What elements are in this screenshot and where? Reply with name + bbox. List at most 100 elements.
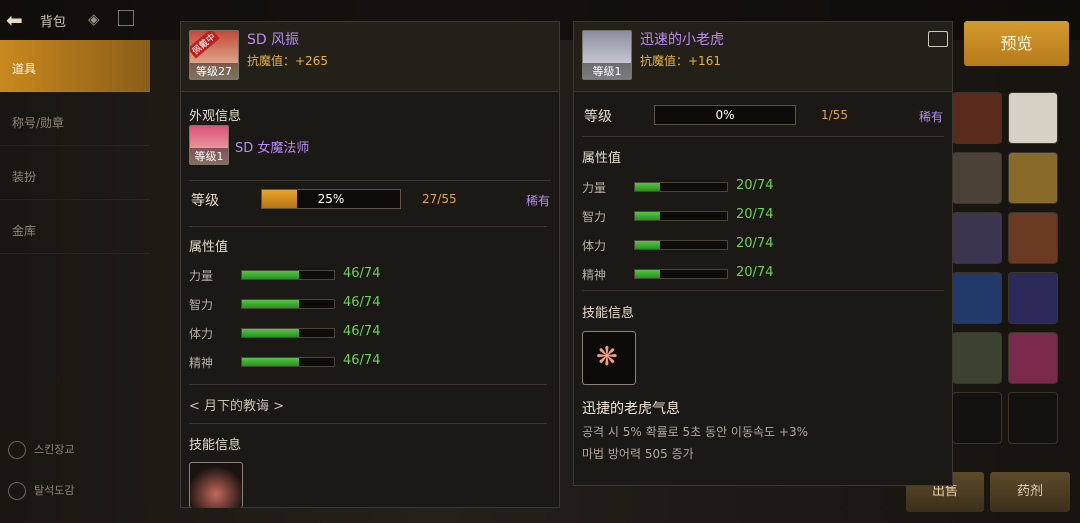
attributes-title: 属性值 (582, 151, 622, 166)
magic-resist: 抗魔值：+265 (247, 54, 328, 68)
sidebar-title: 背包 (40, 15, 67, 30)
skill-name: 迅捷的老虎气息 (582, 401, 680, 417)
stat-bar-fill (635, 212, 660, 220)
share-icon[interactable] (928, 31, 948, 47)
stat-value: 46/74 (343, 266, 381, 281)
stat-value: 46/74 (343, 295, 381, 310)
stat-bar-fill (242, 300, 300, 308)
rarity: 稀有 (919, 110, 944, 124)
inventory-slot[interactable] (952, 332, 1002, 384)
pet-name: SD 风振 (247, 32, 300, 48)
pet-portrait: 等级1 (582, 30, 632, 80)
inventory-slot[interactable] (952, 212, 1002, 264)
tiger-dash-icon: ❋ (596, 342, 618, 372)
stat-bar-fill (635, 241, 660, 249)
inventory-slot[interactable] (1008, 332, 1058, 384)
stat-bar (634, 182, 728, 192)
stat-bar-fill (635, 270, 660, 278)
stat-label: 精神 (582, 268, 607, 282)
stat-value: 46/74 (343, 353, 381, 368)
sidebar: 道具 称号/勋章 装扮 金库 스킨장교 탈석도감 (0, 38, 180, 523)
stat-value: 46/74 (343, 324, 381, 339)
sidebar-item-items[interactable]: 道具 (0, 40, 150, 92)
stat-bar (634, 269, 728, 279)
stat-value: 20/74 (736, 207, 774, 222)
stat-label: 智力 (582, 210, 607, 224)
preview-button[interactable]: 预览 (964, 21, 1069, 66)
sidebar-bottom-label: 스킨장교 (34, 443, 75, 456)
stat-bar (241, 328, 335, 338)
stat-bar (241, 357, 335, 367)
inventory-slot[interactable] (1008, 212, 1058, 264)
level-label: 等级 (584, 109, 612, 125)
divider (189, 423, 547, 424)
divider (582, 136, 944, 137)
sidebar-item-label: 道具 (12, 62, 37, 76)
helmet-icon (8, 482, 26, 500)
back-arrow-icon[interactable]: ⬅ (6, 8, 23, 32)
inventory-slot[interactable] (1008, 392, 1058, 444)
skill-icon[interactable]: ❋ (582, 331, 636, 385)
sidebar-item-label: 称号/勋章 (12, 116, 65, 130)
stat-label: 精神 (189, 356, 214, 370)
potion-button[interactable]: 药剂 (990, 472, 1070, 512)
level-percent: 0% (715, 108, 735, 122)
attributes-title: 属性值 (189, 240, 229, 255)
level-count: 27/55 (422, 192, 457, 206)
sidebar-item-costume[interactable]: 装扮 (0, 148, 150, 200)
inventory-slot[interactable] (1008, 92, 1058, 144)
divider (189, 180, 551, 181)
pet-level: 等级1 (583, 63, 631, 79)
skill-title: 技能信息 (189, 438, 242, 453)
skill-description-line: 마법 방어력 505 증가 (582, 447, 694, 461)
stat-bar (241, 270, 335, 280)
level-count: 1/55 (821, 108, 848, 122)
stat-label: 智力 (189, 298, 214, 312)
pet-info-panel-equipped: 佩戴中 等级27 SD 风振 抗魔值：+265 外观信息 等级1 SD 女魔法师… (180, 21, 560, 508)
stat-bar (634, 240, 728, 250)
divider (189, 226, 547, 227)
stat-label: 力量 (189, 269, 214, 283)
stat-bar-fill (242, 271, 300, 279)
inventory-slot[interactable] (1008, 152, 1058, 204)
rarity: 稀有 (526, 194, 551, 208)
sidebar-bottom-label: 탈석도감 (34, 484, 75, 497)
equipped-badge: 佩戴中 (190, 31, 220, 59)
sidebar-item-vault[interactable]: 金库 (0, 202, 150, 254)
divider (189, 384, 547, 385)
skill-icon[interactable] (189, 462, 243, 508)
appearance-portrait[interactable]: 等级1 (189, 125, 229, 165)
skill-title: 技能信息 (582, 306, 635, 321)
stat-value: 20/74 (736, 265, 774, 280)
stat-value: 20/74 (736, 236, 774, 251)
stat-label: 体力 (189, 327, 214, 341)
inventory-slot[interactable] (1008, 272, 1058, 324)
level-progress-bar: 0% (654, 105, 796, 125)
stat-bar-fill (242, 358, 300, 366)
pet-info-panel-compare: 等级1 迅速的小老虎 抗魔值：+161 等级 0% 1/55 稀有 属性值 力量… (573, 21, 953, 486)
pet-portrait: 佩戴中 等级27 (189, 30, 239, 80)
divider (582, 290, 944, 291)
stat-bar (241, 299, 335, 309)
appearance-level: 等级1 (190, 148, 228, 164)
sidebar-bottom-item-2[interactable]: 탈석도감 (8, 482, 74, 500)
inventory-slot[interactable] (952, 92, 1002, 144)
inventory-slot[interactable] (952, 152, 1002, 204)
stat-bar-fill (242, 329, 300, 337)
sidebar-item-label: 装扮 (12, 170, 37, 184)
inventory-slot[interactable] (952, 392, 1002, 444)
skill-description-line: 공격 시 5% 확률로 5초 동안 이동속도 +3% (582, 425, 808, 439)
pet-level: 等级27 (190, 63, 238, 79)
set-link[interactable]: < 月下的教诲 > (189, 395, 284, 414)
crest-icon (8, 441, 26, 459)
stat-bar (634, 211, 728, 221)
stat-label: 体力 (582, 239, 607, 253)
appearance-title: 外观信息 (189, 109, 242, 124)
sidebar-item-titles[interactable]: 称号/勋章 (0, 94, 150, 146)
stat-label: 力量 (582, 181, 607, 195)
eye-icon[interactable]: ◈ (88, 10, 100, 28)
settings-icon[interactable] (118, 10, 134, 26)
inventory-slot[interactable] (952, 272, 1002, 324)
sidebar-bottom-item-1[interactable]: 스킨장교 (8, 441, 74, 459)
magic-resist: 抗魔值：+161 (640, 54, 721, 68)
